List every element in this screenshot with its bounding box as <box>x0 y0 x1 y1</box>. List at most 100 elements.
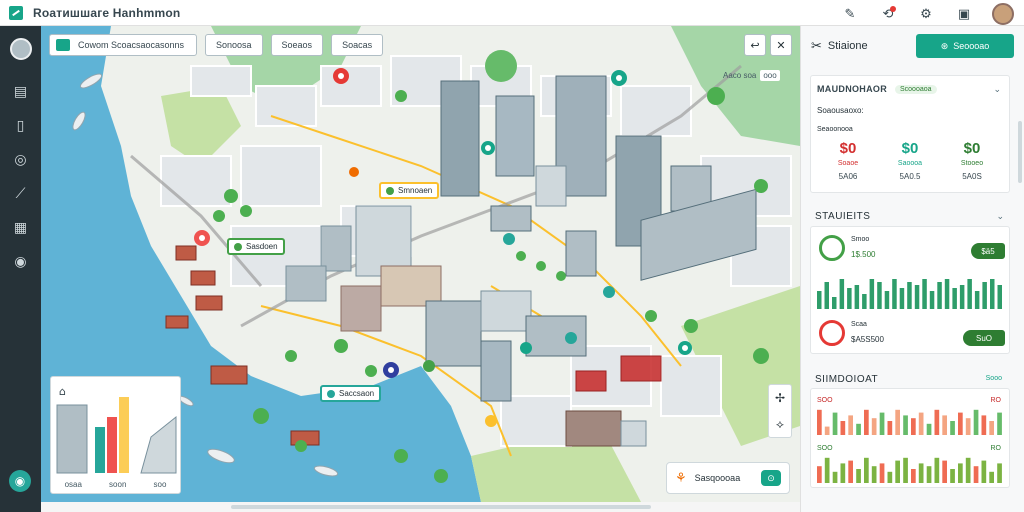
standout-bar-b <box>832 471 838 483</box>
standout-bar-b <box>887 471 893 483</box>
stat-row-2-name: Scaa <box>851 321 867 328</box>
mini-footer-1: osaa <box>64 480 82 489</box>
mini-panel-footer: osaa soon soo <box>51 480 180 489</box>
app-logo <box>9 5 23 20</box>
map-label-3[interactable]: Saccsaon <box>320 385 382 402</box>
primary-button-label: Seoooao <box>953 41 990 51</box>
route-card[interactable]: ⚘ Sasqoooaa ⊙ <box>666 462 790 494</box>
standout-bar-b <box>824 457 830 483</box>
standout-bar-a <box>832 412 838 435</box>
mini-chart: ⌂ <box>56 385 177 474</box>
map-search-input[interactable]: Cowom Scoacsaocasonns <box>49 34 197 56</box>
standout-bar-a <box>981 415 987 435</box>
route-go-button[interactable]: ⊙ <box>761 470 781 486</box>
tools-icon[interactable]: ✂ <box>811 38 822 54</box>
primary-button-icon: ⊛ <box>940 40 949 51</box>
summary-card: MAUDNOHAOR Scoooaoa ⌄ Soaousaoxo: Seaoon… <box>810 75 1010 193</box>
count-tag-value: ooo <box>760 70 780 81</box>
route-card-text: Sasqoooaa <box>694 473 741 483</box>
standout-bar-b <box>879 463 885 483</box>
map-label-2-text: Sasdoen <box>246 242 278 251</box>
stat-bar <box>869 279 875 309</box>
standout-bar-a <box>848 415 853 435</box>
standout-bar-a <box>965 418 971 435</box>
mini-chart-panel: ⌂ osaa soon soo <box>50 376 181 494</box>
stat-bar <box>899 288 905 309</box>
compass-icon[interactable]: ◎ <box>0 142 41 176</box>
scroll-thumb[interactable] <box>231 505 651 509</box>
back-icon[interactable]: ↩ <box>744 34 766 56</box>
pan-icon[interactable]: ⟡ <box>769 411 791 437</box>
user-avatar[interactable] <box>992 3 1014 25</box>
standout-bar-a <box>926 423 932 435</box>
notification-icon[interactable]: ⟲ <box>878 4 898 24</box>
stat-3-value: 5A0S <box>962 172 982 181</box>
standout-bar-a <box>950 421 955 435</box>
stat-2-label: Saoooa <box>897 160 923 167</box>
stat-bars-1 <box>817 279 1002 309</box>
standout-bar-b <box>840 463 846 483</box>
map-toolbar: Cowom Scoacsaocasonns Sonoosa Soeaos Soa… <box>49 34 384 56</box>
standout-bars-a <box>817 409 1002 435</box>
filter-chip-2[interactable]: Soeaos <box>270 34 324 56</box>
map-label-1[interactable]: Smnoaen <box>379 182 440 199</box>
standout-bar-b <box>817 466 822 483</box>
right-panel: ✂ Stiaione ⊛ Seoooao MAUDNOHAOR Scoooaoa… <box>800 26 1024 512</box>
stat-bar <box>832 297 837 309</box>
standouts-link[interactable]: Sooo <box>986 375 1002 382</box>
zoom-in-icon[interactable]: ✢ <box>769 385 791 411</box>
rail-avatar[interactable] <box>9 38 32 60</box>
stat-1: $0 Soaoe 5A06 <box>823 140 873 181</box>
top-bar: Rоатишшаге Hanhmmon ✎ ⟲ ⚙ ▣ <box>0 0 1024 26</box>
standout-bar-a <box>895 409 900 435</box>
stat-bar <box>884 291 890 309</box>
window-icon[interactable]: ▣ <box>954 4 974 24</box>
standout-bar-b <box>942 460 947 483</box>
zoom-controls: ✢ ⟡ <box>768 384 792 438</box>
stat-bar <box>959 285 965 309</box>
app-title: Rоатишшаге Hanhmmon <box>33 5 181 20</box>
stat-2-icon: $0 <box>901 140 919 157</box>
standout-bar-a <box>997 412 1002 435</box>
stat-bar <box>817 291 822 309</box>
map-horizontal-scrollbar[interactable] <box>41 502 800 512</box>
primary-action-button[interactable]: ⊛ Seoooao <box>916 34 1014 58</box>
globe-icon[interactable]: ◉ <box>0 244 41 278</box>
standout-row-2-label: SOO <box>817 445 833 452</box>
panel-scrollbar[interactable] <box>1018 121 1022 183</box>
grid-icon[interactable]: ▦ <box>0 210 41 244</box>
label-dot <box>234 242 242 251</box>
summary-sub2: Seaoonooa <box>817 126 853 133</box>
standouts-title: SIIMDOIOAT <box>815 374 879 385</box>
statistics-chevron-icon[interactable]: ⌄ <box>996 211 1004 222</box>
filter-chip-3[interactable]: Soacas <box>331 34 384 56</box>
standout-row-1-label: SOO <box>817 397 833 404</box>
standout-bar-b <box>950 469 955 483</box>
standout-bar-b <box>903 457 908 483</box>
filter-chip-1[interactable]: Sonoosa <box>205 34 263 56</box>
standout-bar-a <box>973 409 979 435</box>
map-label-1-text: Smnoaen <box>398 186 433 195</box>
label-dot <box>386 186 394 195</box>
map-label-2[interactable]: Sasdoen <box>227 238 285 255</box>
route-icon[interactable]: ⟋ <box>0 176 41 210</box>
settings-icon[interactable]: ⚙ <box>916 4 936 24</box>
stat-bar <box>974 291 980 309</box>
map-view[interactable]: Cowom Scoacsaocasonns Sonoosa Soeaos Soa… <box>41 26 800 502</box>
document-icon[interactable]: ▯ <box>0 108 41 142</box>
stat-bar <box>892 279 897 309</box>
standout-bar-b <box>864 457 869 483</box>
location-icon[interactable]: ◉ <box>9 470 31 492</box>
pen-icon[interactable]: ✎ <box>840 4 860 24</box>
standout-bar-a <box>942 415 947 435</box>
close-icon[interactable]: ✕ <box>770 34 792 56</box>
clipboard-icon[interactable]: ▤ <box>0 74 41 108</box>
top-icons: ✎ ⟲ ⚙ ▣ <box>840 3 1014 25</box>
standout-row-1-value: RO <box>990 397 1002 404</box>
chevron-down-icon[interactable]: ⌄ <box>993 84 1001 95</box>
stat-2-value: 5A0.5 <box>899 172 921 181</box>
standout-bar-b <box>918 463 924 483</box>
standout-bar-a <box>817 409 822 435</box>
stat-bar <box>937 282 942 309</box>
standout-bar-a <box>864 409 869 435</box>
